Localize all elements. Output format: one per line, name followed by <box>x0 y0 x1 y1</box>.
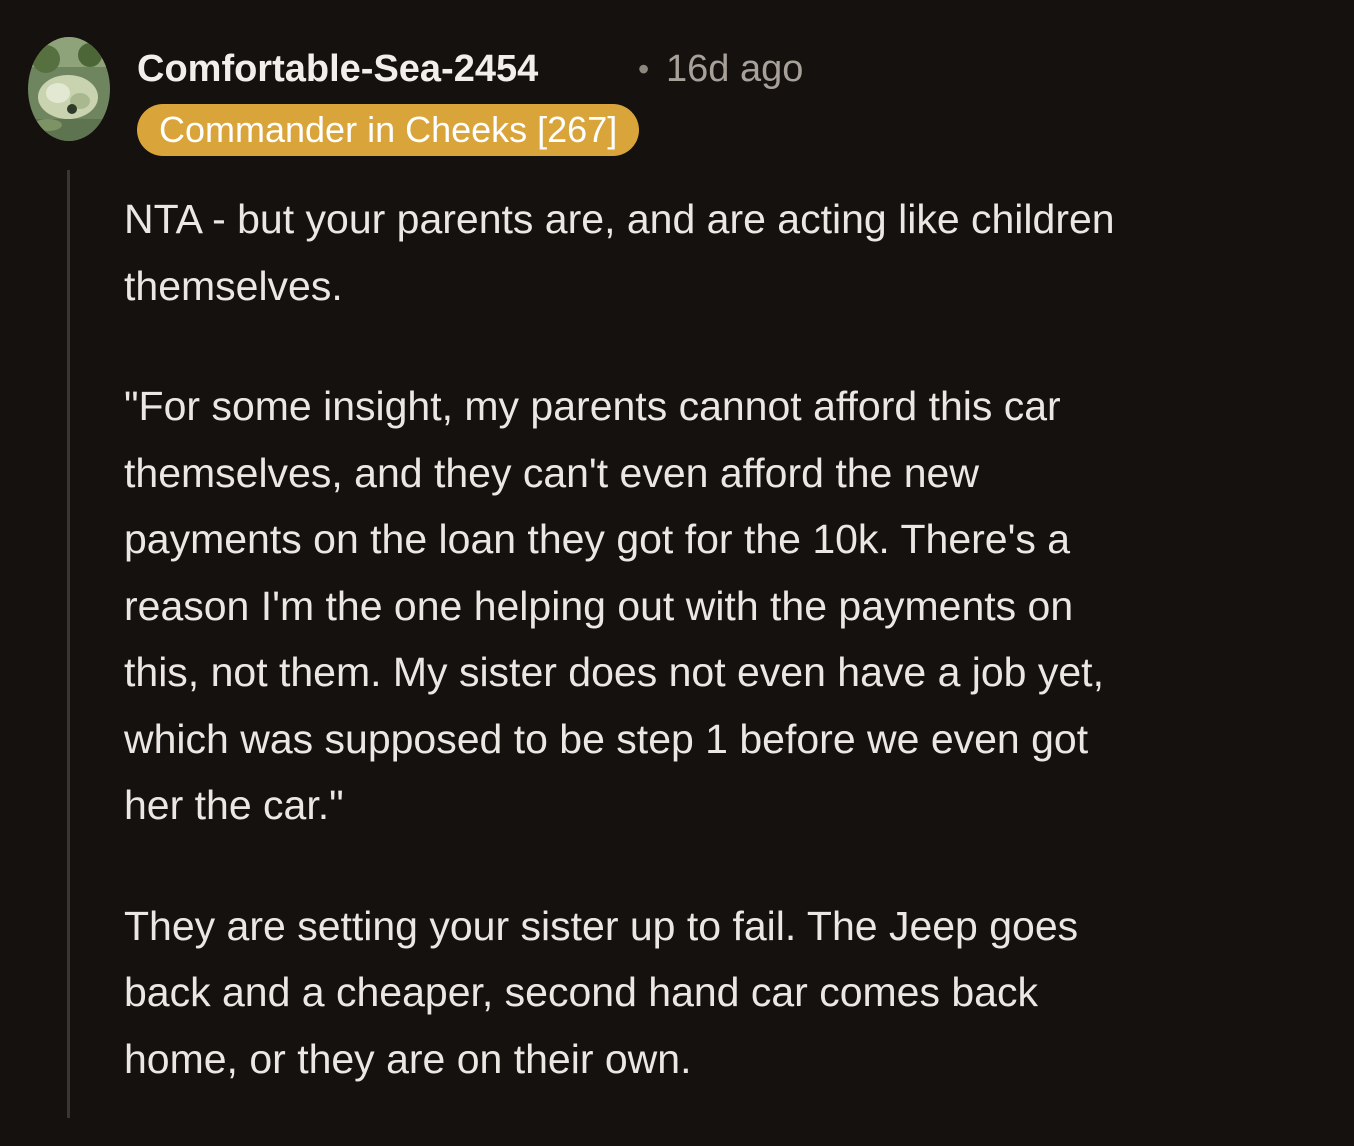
user-flair-badge: Commander in Cheeks [267] <box>137 104 640 156</box>
comment: Comfortable-Sea-2454 • 16d ago Commander… <box>0 0 1354 1118</box>
thread-collapse-line[interactable] <box>67 170 70 1118</box>
meta-separator: • <box>638 51 650 87</box>
comment-paragraph-3: They are setting your sister up to fail.… <box>124 902 1079 1082</box>
comment-paragraph-1: NTA - but your parents are, and are acti… <box>124 196 1115 309</box>
user-avatar[interactable] <box>28 37 110 141</box>
comment-timestamp[interactable]: 16d ago <box>666 46 803 92</box>
avatar-image <box>28 37 110 141</box>
author-username[interactable]: Comfortable-Sea-2454 <box>137 46 538 92</box>
comment-paragraph-2: "For some insight, my parents cannot aff… <box>124 383 1104 828</box>
comment-body: NTA - but your parents are, and are acti… <box>124 186 1324 1146</box>
